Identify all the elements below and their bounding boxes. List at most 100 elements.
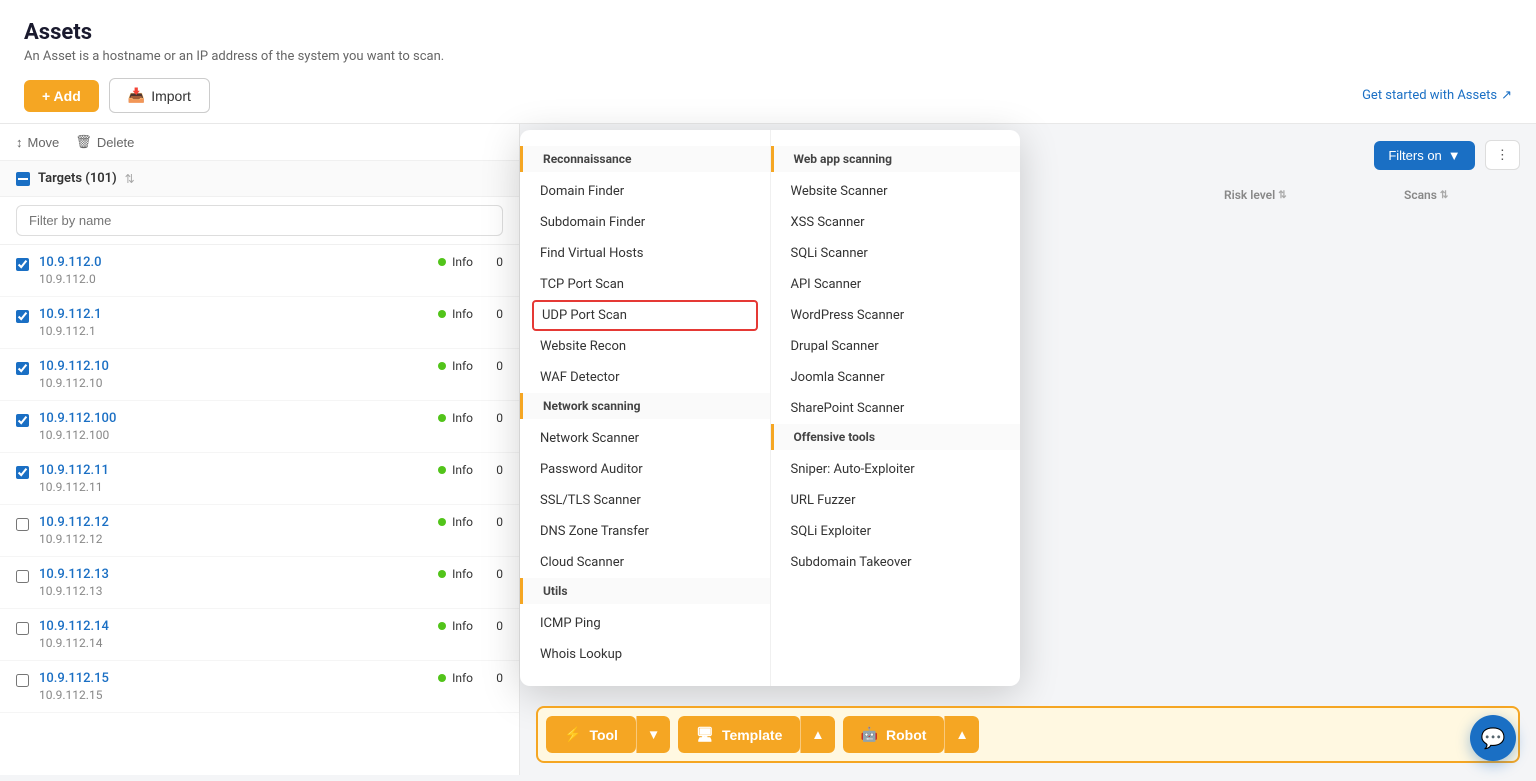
risk-level-header[interactable]: Risk level ⇅ <box>1224 188 1404 202</box>
menu-item[interactable]: TCP Port Scan <box>520 269 770 300</box>
asset-name[interactable]: 10.9.112.12 <box>39 515 428 530</box>
menu-item[interactable]: SharePoint Scanner <box>771 393 1021 424</box>
risk-label: Info <box>452 463 473 477</box>
asset-checkbox[interactable] <box>16 570 29 583</box>
asset-name[interactable]: 10.9.112.1 <box>39 307 428 322</box>
import-icon: 📥 <box>128 87 145 104</box>
menu-item[interactable]: Network Scanner <box>520 423 770 454</box>
asset-ip: 10.9.112.15 <box>39 688 428 702</box>
asset-scans: 0 <box>483 411 503 425</box>
menu-item[interactable]: Find Virtual Hosts <box>520 238 770 269</box>
menu-item[interactable]: Website Recon <box>520 331 770 362</box>
page-subtitle: An Asset is a hostname or an IP address … <box>24 49 1512 64</box>
asset-risk: Info <box>438 359 473 373</box>
asset-checkbox[interactable] <box>16 258 29 271</box>
menu-item[interactable]: Website Scanner <box>771 176 1021 207</box>
list-item: 10.9.112.15 10.9.112.15 Info 0 <box>0 661 519 713</box>
menu-item[interactable]: Whois Lookup <box>520 639 770 670</box>
risk-dot <box>438 466 446 474</box>
asset-name[interactable]: 10.9.112.13 <box>39 567 428 582</box>
more-options-button[interactable]: ⋮ <box>1485 140 1520 170</box>
robot-chevron-button[interactable]: ▲ <box>944 716 978 753</box>
asset-name[interactable]: 10.9.112.11 <box>39 463 428 478</box>
select-all-checkbox[interactable] <box>16 172 30 186</box>
risk-dot <box>438 570 446 578</box>
asset-ip: 10.9.112.100 <box>39 428 428 442</box>
asset-info: 10.9.112.14 10.9.112.14 <box>39 619 428 650</box>
asset-scans: 0 <box>483 671 503 685</box>
menu-item[interactable]: Subdomain Takeover <box>771 547 1021 578</box>
risk-dot <box>438 414 446 422</box>
menu-item[interactable]: Drupal Scanner <box>771 331 1021 362</box>
menu-item[interactable]: DNS Zone Transfer <box>520 516 770 547</box>
risk-dot <box>438 622 446 630</box>
asset-checkbox[interactable] <box>16 362 29 375</box>
menu-item[interactable]: URL Fuzzer <box>771 485 1021 516</box>
asset-risk: Info <box>438 619 473 633</box>
robot-icon: 🤖 <box>861 726 878 743</box>
list-item: 10.9.112.0 10.9.112.0 Info 0 <box>0 245 519 297</box>
menu-item[interactable]: WordPress Scanner <box>771 300 1021 331</box>
template-icon: 🖥 <box>696 726 714 743</box>
assets-panel: ↕ Move 🗑 Delete Targets (101) ⇅ 10.9.112… <box>0 124 520 775</box>
menu-item[interactable]: SSL/TLS Scanner <box>520 485 770 516</box>
asset-name[interactable]: 10.9.112.100 <box>39 411 428 426</box>
menu-item[interactable]: UDP Port Scan <box>532 300 758 331</box>
menu-item[interactable]: ICMP Ping <box>520 608 770 639</box>
asset-checkbox[interactable] <box>16 466 29 479</box>
menu-item[interactable]: SQLi Exploiter <box>771 516 1021 547</box>
add-button[interactable]: + Add <box>24 80 99 112</box>
move-button[interactable]: ↕ Move <box>16 135 59 150</box>
menu-item[interactable]: API Scanner <box>771 269 1021 300</box>
menu-item[interactable]: WAF Detector <box>520 362 770 393</box>
asset-ip: 10.9.112.0 <box>39 272 428 286</box>
menu-item[interactable]: SQLi Scanner <box>771 238 1021 269</box>
template-button-group: 🖥 Template ▲ <box>678 716 834 753</box>
menu-item[interactable]: Password Auditor <box>520 454 770 485</box>
template-chevron-button[interactable]: ▲ <box>800 716 834 753</box>
chat-bubble[interactable]: 💬 <box>1470 715 1516 761</box>
risk-dot <box>438 518 446 526</box>
menu-item[interactable]: XSS Scanner <box>771 207 1021 238</box>
menu-item[interactable]: Cloud Scanner <box>520 547 770 578</box>
menu-item[interactable]: Sniper: Auto-Exploiter <box>771 454 1021 485</box>
risk-dot <box>438 674 446 682</box>
asset-checkbox[interactable] <box>16 414 29 427</box>
template-button[interactable]: 🖥 Template <box>678 716 800 753</box>
asset-checkbox[interactable] <box>16 622 29 635</box>
asset-name[interactable]: 10.9.112.15 <box>39 671 428 686</box>
list-item: 10.9.112.11 10.9.112.11 Info 0 <box>0 453 519 505</box>
import-button[interactable]: 📥 Import <box>109 78 210 113</box>
get-started-link[interactable]: Get started with Assets ↗ <box>1362 88 1512 103</box>
filters-button[interactable]: Filters on ▼ <box>1374 141 1474 170</box>
external-link-icon: ↗ <box>1501 88 1512 103</box>
asset-name[interactable]: 10.9.112.0 <box>39 255 428 270</box>
asset-name[interactable]: 10.9.112.10 <box>39 359 428 374</box>
sort-icon: ⇅ <box>125 172 135 186</box>
scans-header[interactable]: Scans ⇅ <box>1404 188 1504 202</box>
asset-scans: 0 <box>483 619 503 633</box>
menu-section-web-app-scanning: Web app scanning <box>771 146 1021 172</box>
asset-info: 10.9.112.1 10.9.112.1 <box>39 307 428 338</box>
asset-ip: 10.9.112.13 <box>39 584 428 598</box>
menu-section-reconnaissance: Reconnaissance <box>520 146 770 172</box>
tool-chevron-button[interactable]: ▼ <box>636 716 670 753</box>
asset-scans: 0 <box>483 255 503 269</box>
asset-checkbox[interactable] <box>16 518 29 531</box>
asset-checkbox[interactable] <box>16 674 29 687</box>
asset-name[interactable]: 10.9.112.14 <box>39 619 428 634</box>
menu-item[interactable]: Subdomain Finder <box>520 207 770 238</box>
risk-label: Info <box>452 515 473 529</box>
assets-list: 10.9.112.0 10.9.112.0 Info 0 10.9.112.1 … <box>0 245 519 775</box>
asset-checkbox[interactable] <box>16 310 29 323</box>
menu-item[interactable]: Domain Finder <box>520 176 770 207</box>
tool-icon: ⚡ <box>564 726 581 743</box>
list-item: 10.9.112.13 10.9.112.13 Info 0 <box>0 557 519 609</box>
filter-input[interactable] <box>16 205 503 236</box>
delete-button[interactable]: 🗑 Delete <box>75 134 134 150</box>
chat-icon: 💬 <box>1481 726 1506 750</box>
targets-label: Targets (101) <box>38 171 117 186</box>
tool-button[interactable]: ⚡ Tool <box>546 716 636 753</box>
robot-button[interactable]: 🤖 Robot <box>843 716 945 753</box>
menu-item[interactable]: Joomla Scanner <box>771 362 1021 393</box>
